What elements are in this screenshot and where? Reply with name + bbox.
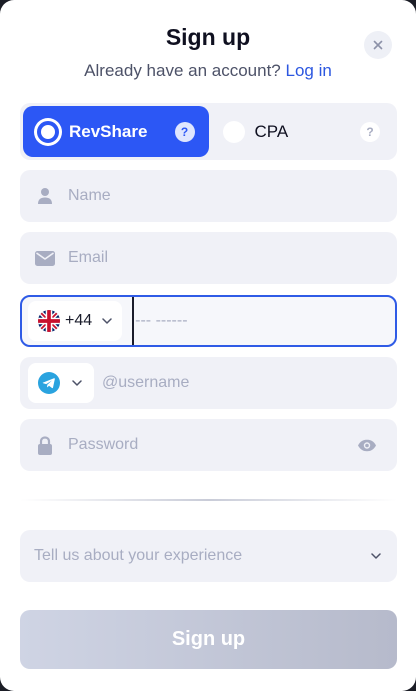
password-input[interactable]: [68, 419, 355, 471]
close-button[interactable]: [364, 31, 392, 59]
radio-selected-icon: [37, 120, 59, 143]
country-code-select[interactable]: +44: [28, 301, 123, 341]
phone-input[interactable]: [132, 297, 395, 345]
signup-modal: Sign up Already have an account? Log in …: [0, 0, 416, 691]
user-icon: [34, 187, 56, 205]
telegram-icon: [38, 372, 60, 394]
experience-placeholder: Tell us about your experience: [34, 547, 243, 564]
name-input[interactable]: [68, 170, 397, 222]
password-field-container: [20, 419, 397, 471]
page-title: Sign up: [165, 24, 251, 50]
revshare-label: RevShare: [69, 121, 148, 141]
revshare-option[interactable]: RevShare ?: [23, 106, 209, 157]
cpa-option[interactable]: CPA ?: [209, 106, 395, 157]
envelope-icon: [34, 250, 56, 266]
experience-select[interactable]: Tell us about your experience: [20, 530, 397, 582]
radio-unselected-icon: [222, 120, 245, 143]
login-prompt-text: Already have an account?: [84, 61, 281, 80]
signup-button[interactable]: Sign up: [20, 610, 397, 669]
phone-field-container: +44: [20, 295, 397, 347]
login-link[interactable]: Log in: [286, 61, 332, 80]
email-input[interactable]: [68, 232, 397, 284]
telegram-field-container: [20, 357, 397, 409]
uk-flag-icon: [38, 310, 60, 332]
email-field-container: [20, 232, 397, 284]
revshare-help-icon[interactable]: ?: [174, 121, 195, 142]
divider: [20, 499, 397, 501]
show-password-toggle[interactable]: [355, 439, 379, 452]
chevron-down-icon: [72, 380, 82, 386]
chevron-down-icon: [371, 553, 381, 559]
cpa-help-icon[interactable]: ?: [360, 121, 380, 142]
program-toggle: RevShare ? CPA ?: [20, 103, 397, 160]
close-icon: [373, 40, 383, 50]
lock-icon: [34, 435, 56, 455]
chevron-down-icon: [102, 318, 112, 324]
name-field-container: [20, 170, 397, 222]
eye-icon: [358, 439, 376, 451]
cpa-label: CPA: [254, 121, 289, 141]
messenger-select[interactable]: [28, 363, 94, 403]
telegram-username-input[interactable]: [102, 357, 397, 409]
login-prompt: Already have an account? Log in: [0, 61, 416, 81]
country-code: +44: [65, 312, 93, 329]
